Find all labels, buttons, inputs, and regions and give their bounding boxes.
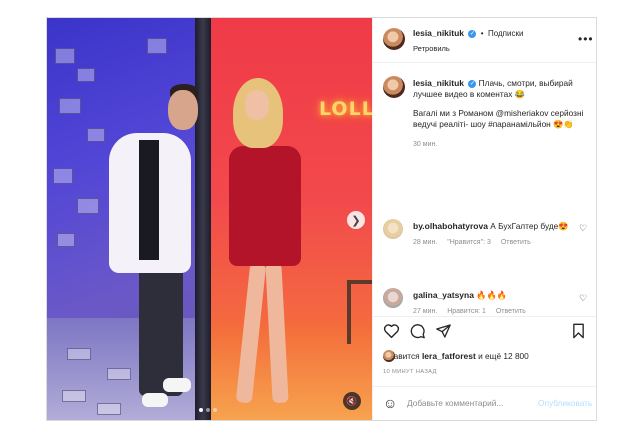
caption-text-line2: Вагалі ми з Романом @misheriakov серйозн… [413,108,584,129]
comment-text: 🔥🔥🔥 [476,290,508,300]
more-horizontal-icon[interactable]: ••• [578,32,594,46]
post-sidebar: lesia_nikituk ✓ • Подписки Ретровиль •••… [372,18,596,420]
wall-photo [77,198,99,214]
comment-likes[interactable]: "Нравится": 3 [447,239,491,246]
neon-sign: LOLL [319,98,372,120]
wall-photo [59,98,81,114]
post-location[interactable]: Ретровиль [413,44,450,53]
liker-avatar [383,350,395,362]
comment-time: 28 мин. [413,239,438,246]
floor-photo [67,348,91,360]
floor-photo [107,368,131,380]
post-media[interactable]: LOLL ❯ 🔇 [47,18,372,420]
man-figure-shirt [139,140,159,260]
man-figure-shoe [142,393,168,407]
caption-time: 30 мин. [413,141,438,148]
comment-meta: 28 мин. "Нравится": 3 Ответить [413,237,578,248]
author-username[interactable]: lesia_nikituk [413,28,464,38]
reply-button[interactable]: Ответить [496,308,526,315]
post-caption: lesia_nikituk ✓ Плачь, смотри, выбирай л… [413,78,588,150]
comment-item: by.olhabohatyrova А БухГалтер буде😍 28 м… [413,221,578,248]
header-user-row: lesia_nikituk ✓ • Подписки [413,28,523,38]
commenter-username[interactable]: by.olhabohatyrova [413,221,488,231]
caption-author-avatar[interactable] [383,76,405,98]
heart-icon[interactable]: ♡ [579,293,587,304]
emoji-icon[interactable]: ☺ [383,395,397,411]
wall-photo [77,68,95,82]
comments-list[interactable]: lesia_nikituk ✓ Плачь, смотри, выбирай л… [373,63,596,315]
floor-photo [97,403,121,415]
verified-icon: ✓ [468,29,477,38]
sound-toggle-button[interactable]: 🔇 [343,392,361,410]
instagram-post: LOLL ❯ 🔇 lesia_nikituk ✓ • Подписки Ретр… [46,17,597,421]
commenter-username[interactable]: galina_yatsyna [413,290,474,300]
comment-likes[interactable]: Нравится: 1 [447,308,486,315]
add-comment-bar: ☺ Опубликовать [373,386,596,420]
likes-suffix[interactable]: и ещё 12 800 [478,351,529,361]
share-icon[interactable] [435,323,452,339]
comment-text: А БухГалтер буде😍 [490,221,569,231]
carousel-dot [199,408,203,412]
posted-time: 10 МИНУТ НАЗАД [383,369,437,375]
woman-figure-dress [229,146,301,266]
reply-button[interactable]: Ответить [501,239,531,246]
next-media-button[interactable]: ❯ [347,211,365,229]
wall-photo [57,233,75,247]
wall-photo [147,38,167,54]
floor-photo [62,390,86,402]
sound-muted-icon: 🔇 [346,395,358,406]
door-frame [195,18,211,420]
man-figure-shoe [163,378,191,392]
woman-figure-face [245,90,269,120]
comment-input[interactable] [407,396,535,410]
wall-photo [53,168,73,184]
chevron-right-icon: ❯ [351,214,361,227]
commenter-avatar[interactable] [383,219,403,239]
wall-photo [87,128,105,142]
comment-item: galina_yatsyna 🔥🔥🔥 27 мин. Нравится: 1 О… [413,290,578,317]
comment-icon[interactable] [409,323,426,339]
caption-author-username[interactable]: lesia_nikituk [413,78,464,88]
heart-icon[interactable]: ♡ [579,223,587,234]
action-bar [373,316,596,347]
carousel-indicator [199,408,217,412]
likes-summary[interactable]: Нравится lera_fatforest и ещё 12 800 [383,350,529,362]
wall-photo [55,48,75,64]
separator-dot: • [480,29,484,38]
bookmark-icon[interactable] [571,323,586,339]
publish-button[interactable]: Опубликовать [538,398,592,408]
carousel-dot [206,408,210,412]
following-button[interactable]: Подписки [488,29,523,38]
carousel-dot [213,408,217,412]
verified-icon: ✓ [468,79,477,88]
author-avatar[interactable] [383,28,405,50]
liker-username[interactable]: lera_fatforest [422,351,476,361]
heart-icon[interactable] [383,323,400,339]
post-header: lesia_nikituk ✓ • Подписки Ретровиль ••• [373,18,596,63]
side-table [347,280,372,344]
comment-time: 27 мин. [413,308,438,315]
man-figure-legs [139,266,183,396]
commenter-avatar[interactable] [383,288,403,308]
man-figure-head [168,90,198,130]
